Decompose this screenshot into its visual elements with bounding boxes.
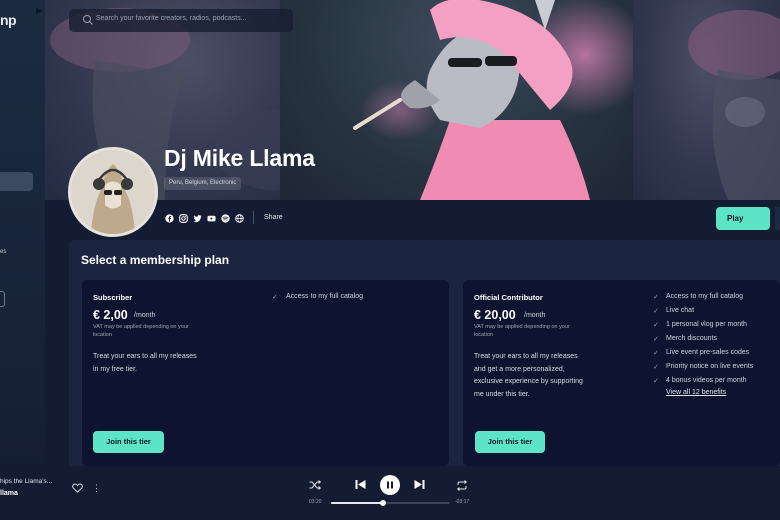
plan-description: Treat your ears to all my releases and g… [474,353,583,398]
play-button-label: Play [727,214,744,223]
search-icon [83,15,93,25]
play-icon [36,7,43,15]
check-icon: ✓ [653,322,659,329]
plan-price: € 2,00 [93,308,128,322]
benefit-item: Merch discounts [666,335,717,342]
spotify-icon[interactable] [221,213,230,223]
artist-name: Dj Mike Llama [164,145,315,171]
vat-note: VAT may be applied depending on your loc… [93,324,189,338]
plan-name: Official Contributor [474,293,543,302]
check-icon: ✓ [272,294,278,301]
benefit-item: Priority notice on live events [666,363,754,370]
banner-image-main [280,0,633,200]
now-playing-title[interactable]: hips the Llama's... [0,478,52,485]
sidebar-item-active[interactable] [0,172,33,191]
plan-description: Treat your ears to all my releases in my… [93,353,197,373]
benefit-item: Live event pre-sales codes [666,349,750,356]
plan-period: /month [524,312,546,319]
repeat-icon[interactable] [456,480,468,491]
benefit-item: Access to my full catalog [286,293,364,300]
progress-fill [331,502,384,504]
time-elapsed: 03:20 [309,499,322,505]
search-input[interactable]: Search your favorite creators, radios, p… [96,15,247,22]
membership-title: Select a membership plan [81,253,230,267]
sidebar-toggle[interactable] [0,291,5,307]
shuffle-icon[interactable] [309,480,321,490]
now-playing-artist[interactable]: llama [0,490,18,497]
plan-name: Subscriber [93,293,133,302]
check-icon: ✓ [653,308,659,315]
divider [253,211,254,224]
benefit-item: Live chat [666,307,695,314]
check-icon: ✓ [653,364,659,371]
banner-image-right [633,0,780,200]
sidebar-item-label[interactable]: es [0,249,6,255]
check-icon: ✓ [653,336,659,343]
website-icon[interactable] [235,213,244,223]
join-tier-button[interactable]: Join this tier [93,431,164,453]
twitter-icon[interactable] [193,214,202,223]
more-options-icon[interactable]: ⋮ [92,483,101,494]
check-icon: ✓ [653,350,659,357]
youtube-icon[interactable] [207,214,216,223]
time-remaining: -03:17 [455,499,470,505]
app-logo[interactable]: np [0,12,17,28]
plan-price: € 20,00 [474,308,516,322]
plan-period: /month [134,312,156,319]
pause-icon [387,481,393,489]
previous-track-icon[interactable] [355,479,366,490]
benefit-item: 4 bonus videos per month [666,377,747,384]
next-track-icon[interactable] [414,479,425,490]
join-tier-button[interactable]: Join this tier [475,431,545,453]
share-button[interactable]: Share [264,214,283,221]
play-button[interactable]: Play [716,207,770,230]
vat-note: VAT may be applied depending on your loc… [474,324,570,338]
benefit-item: 1 personal vlog per month [666,321,747,328]
instagram-icon[interactable] [179,213,188,223]
facebook-icon[interactable] [165,213,174,223]
sidebar: np es [0,0,45,520]
social-links [165,213,244,223]
artist-avatar [68,147,158,237]
artist-tags: Peru, Belgium, Electronic [164,177,242,190]
check-icon: ✓ [653,378,659,385]
heart-icon[interactable] [72,483,83,493]
benefit-item: Access to my full catalog [666,293,744,300]
view-all-benefits-link[interactable]: View all 12 benefits [666,389,726,396]
sidebar-edge [775,207,780,230]
check-icon: ✓ [653,294,659,301]
